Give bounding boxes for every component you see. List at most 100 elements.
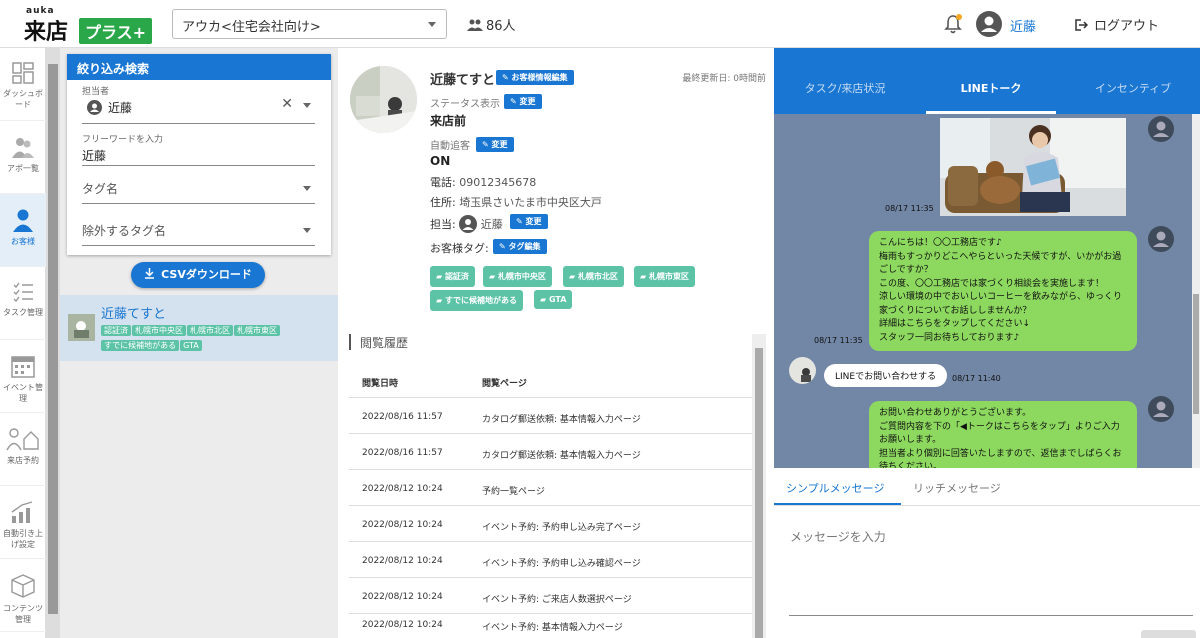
csv-download-label: CSVダウンロード	[161, 268, 252, 281]
phone-value: 09012345678	[459, 176, 537, 189]
edit-customer-button[interactable]: ✎ お客様情報編集	[496, 70, 574, 85]
change-label: 変更	[491, 140, 508, 149]
chevron-down-icon[interactable]	[303, 103, 311, 108]
tag-icon: ▰	[540, 295, 549, 304]
address-row: 住所: 埼玉県さいたま市中央区大戸	[430, 194, 602, 210]
sidebar-scrollbar[interactable]	[46, 48, 60, 638]
send-button[interactable]	[1141, 630, 1196, 638]
history-page: カタログ郵送依頼: 基本情報入力ページ	[482, 415, 641, 425]
customer-tag: 札幌市北区	[187, 325, 233, 336]
pencil-icon: ✎	[510, 97, 520, 106]
csv-download-button[interactable]: CSVダウンロード	[131, 262, 265, 288]
filter-title: 絞り込み検索	[67, 54, 331, 80]
auto-follow-label: 自動追客	[430, 141, 470, 152]
history-scrollbar[interactable]	[752, 334, 766, 638]
tab-rich-message[interactable]: リッチメッセージ	[913, 480, 1001, 496]
sidebar-item-events[interactable]: イベント管理	[0, 340, 46, 413]
col-date-header: 閲覧日時	[362, 379, 399, 389]
history-page: イベント予約: 基本情報入力ページ	[482, 623, 623, 633]
table-row: 2022/08/12 10:24 イベント予約: ご来店人数選択ページ	[349, 578, 752, 614]
chat-image[interactable]	[940, 118, 1126, 216]
assignee-change-button[interactable]: ✎ 変更	[510, 214, 548, 229]
right-tabs: タスク/来店状況 LINEトーク インセンティブ	[774, 48, 1200, 114]
assignee-select[interactable]: 担当者 近藤 ✕	[82, 84, 315, 124]
sidebar-item-tasks[interactable]: タスク管理	[0, 267, 46, 340]
table-row: 2022/08/12 10:24 イベント予約: 予約申し込み確認ページ	[349, 542, 752, 578]
auto-follow-change-button[interactable]: ✎ 変更	[476, 137, 514, 152]
people-icon	[12, 138, 34, 158]
tab-incentive[interactable]: インセンティブ	[1062, 80, 1200, 96]
pencil-icon: ✎	[482, 140, 492, 149]
exclude-tag-select[interactable]: 除外するタグ名	[82, 220, 315, 246]
scrollbar-thumb[interactable]	[1193, 294, 1199, 414]
organization-select[interactable]: アウカ<住宅会社向け>	[172, 9, 447, 39]
history-page: カタログ郵送依頼: 基本情報入力ページ	[482, 451, 641, 461]
customer-tag-text: 札幌市東区	[648, 272, 689, 281]
tab-line-talk[interactable]: LINEトーク	[920, 80, 1062, 96]
chat-scrollbar[interactable]	[1192, 114, 1200, 468]
message-timestamp: 08/17 11:35	[814, 336, 863, 345]
sidebar-item-customers[interactable]: お客様	[0, 194, 46, 267]
history-page: イベント予約: 予約申し込み完了ページ	[482, 523, 641, 533]
status-change-button[interactable]: ✎ 変更	[504, 94, 542, 109]
assignee-value: 近藤	[82, 99, 315, 117]
member-count-value: 86人	[486, 19, 516, 34]
change-label: 変更	[525, 217, 542, 226]
clear-icon[interactable]: ✕	[281, 96, 293, 112]
box-icon	[11, 574, 35, 598]
checklist-icon	[13, 282, 33, 303]
assignee-name: 近藤	[108, 101, 133, 115]
tag-icon: ▰	[569, 272, 578, 281]
history-date: 2022/08/12 10:24	[362, 592, 443, 602]
user-name-link[interactable]: 近藤	[1010, 16, 1036, 35]
sidebar-item-appointments[interactable]: アポ一覧	[0, 121, 46, 194]
active-tab-indicator	[774, 503, 901, 505]
freeword-input[interactable]: フリーワードを入力 近藤	[82, 132, 315, 166]
sidebar-nav: ダッシュボード アポ一覧 お客様 タスク管理 イベント管理 来店予約 自動引き上…	[0, 48, 46, 638]
sidebar-item-label: コンテンツ管理	[3, 604, 43, 624]
tab-simple-message[interactable]: シンプルメッセージ	[786, 480, 884, 496]
sidebar-item-auto-raise[interactable]: 自動引き上げ設定	[0, 486, 46, 559]
download-icon	[145, 268, 155, 279]
scrollbar-thumb[interactable]	[48, 64, 58, 614]
history-date: 2022/08/12 10:24	[362, 484, 443, 494]
customer-list-item[interactable]: 近藤てすと 認証済 札幌市中央区 札幌市北区 札幌市東区すでに候補地がある GTA	[60, 295, 338, 361]
customer-tags: 認証済 札幌市中央区 札幌市北区 札幌市東区すでに候補地がある GTA	[101, 322, 331, 352]
message-type-tabs: シンプルメッセージ リッチメッセージ	[774, 468, 1200, 506]
customer-photo	[350, 66, 417, 133]
sidebar-item-label: お客様	[11, 237, 35, 246]
sidebar-item-label: イベント管理	[3, 383, 43, 403]
sidebar-item-reservations[interactable]: 来店予約	[0, 413, 46, 486]
change-label: 変更	[519, 97, 536, 106]
line-chat-area: 08/17 11:35 こんにちは！〇〇工務店です♪ 梅雨もすっかりどこへやらと…	[774, 114, 1192, 468]
customer-tag: 認証済	[101, 325, 131, 336]
phone-label: 電話:	[430, 176, 456, 189]
chevron-down-icon[interactable]	[303, 228, 311, 233]
tab-task-visit-status[interactable]: タスク/来店状況	[774, 80, 916, 96]
customer-tag-text: GTA	[548, 295, 567, 304]
history-title: 閲覧履歴	[349, 334, 408, 350]
customer-tag: ▰ GTA	[534, 290, 573, 309]
table-row: 2022/08/12 10:24 予約一覧ページ	[349, 470, 752, 506]
tag-edit-button[interactable]: ✎ タグ編集	[493, 239, 547, 254]
last-updated: 最終更新日: 0時間前	[682, 74, 766, 84]
user-avatar-icon	[459, 215, 478, 233]
tag-select[interactable]: タグ名	[82, 178, 315, 204]
history-page: イベント予約: 予約申し込み確認ページ	[482, 559, 641, 569]
sidebar-item-dashboard[interactable]: ダッシュボード	[0, 48, 46, 121]
tag-icon: ▰	[489, 272, 498, 281]
message-input[interactable]: メッセージを入力	[790, 528, 886, 545]
scrollbar-thumb[interactable]	[755, 348, 763, 638]
sidebar-item-contents[interactable]: コンテンツ管理	[0, 559, 46, 632]
notification-bell-icon[interactable]	[944, 14, 962, 34]
chevron-down-icon	[428, 22, 436, 27]
sidebar-item-label: ダッシュボード	[3, 89, 43, 109]
logout-button[interactable]: ログアウト	[1075, 15, 1159, 34]
user-avatar-icon[interactable]	[976, 11, 1002, 37]
exclude-tag-placeholder: 除外するタグ名	[82, 224, 167, 238]
chevron-down-icon[interactable]	[303, 186, 311, 191]
freeword-label: フリーワードを入力	[82, 135, 164, 145]
message-timestamp: 08/17 11:35	[885, 204, 934, 213]
customer-tag-label: お客様タグ:	[430, 242, 489, 255]
logo[interactable]: 来店	[24, 14, 68, 46]
